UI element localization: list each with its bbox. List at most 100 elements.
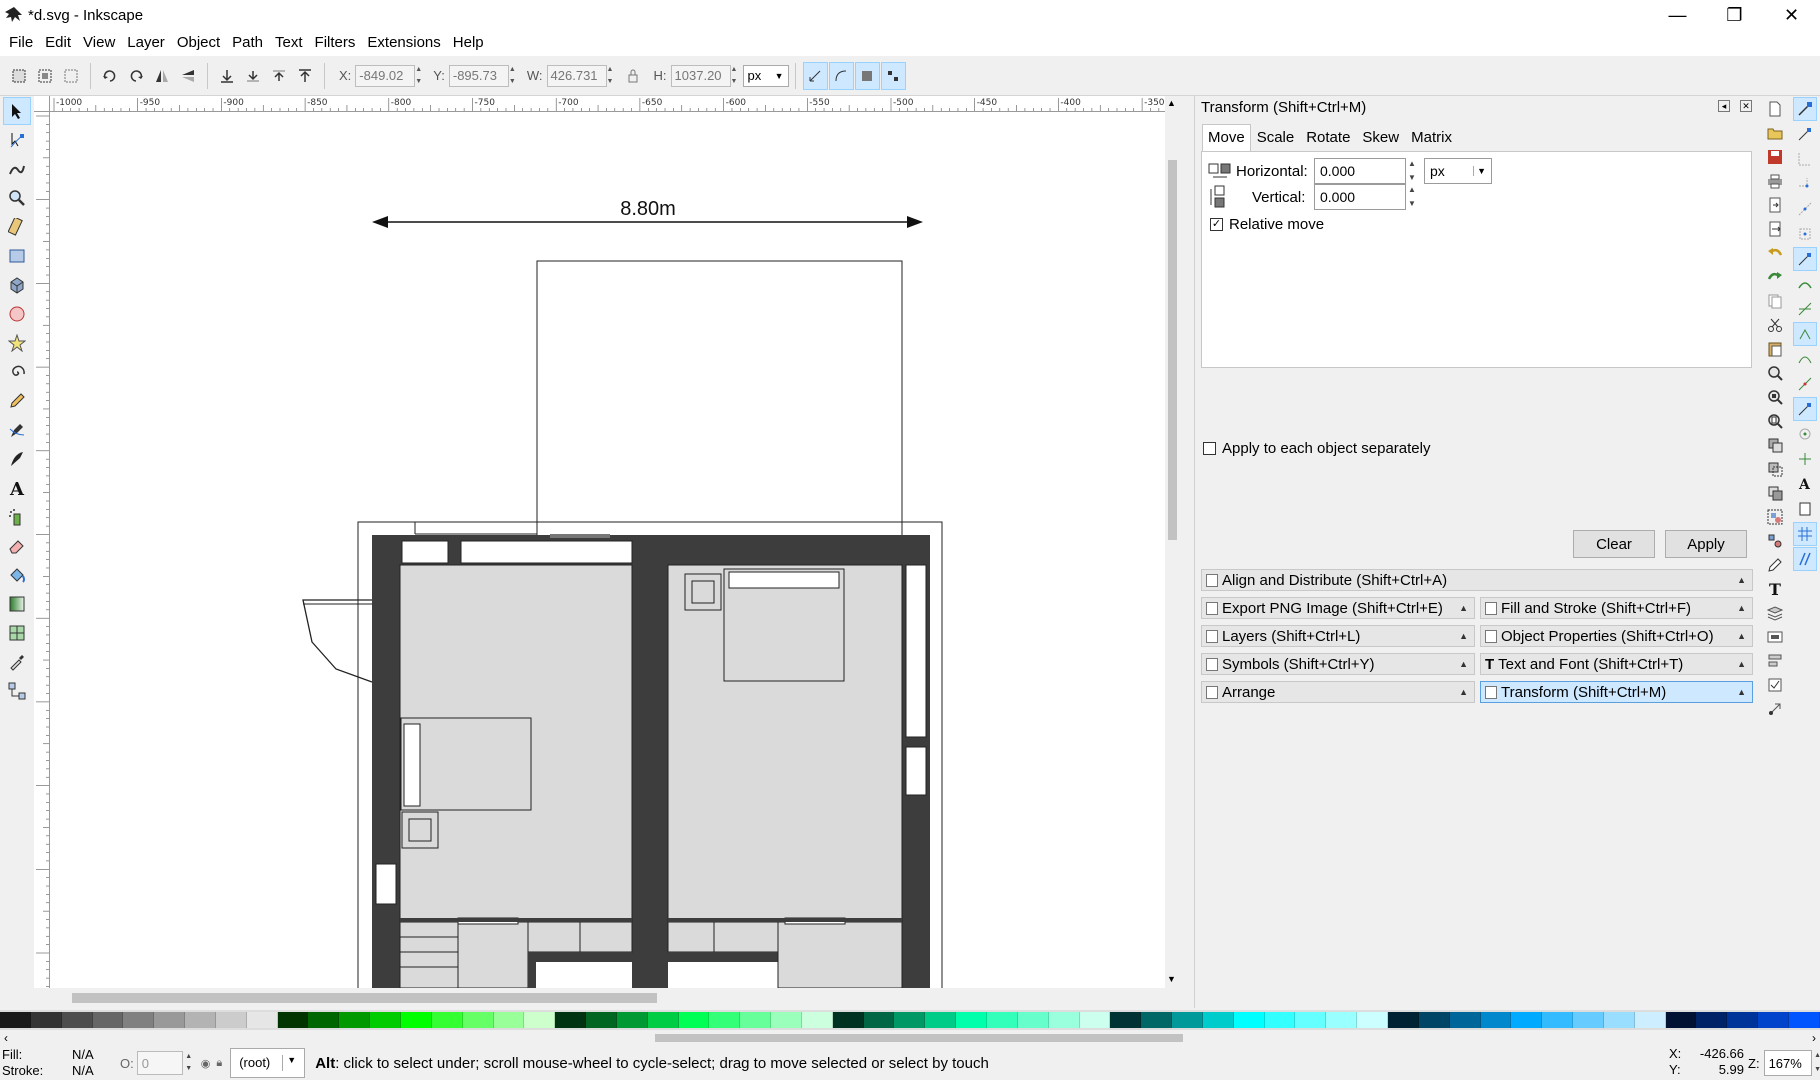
palette-swatch[interactable] [1603,1012,1635,1028]
x-spinner[interactable]: ▲ ▼ [415,65,425,87]
palette-swatch[interactable] [1758,1012,1789,1028]
opacity-spinner[interactable]: ▲ ▼ [183,1051,195,1075]
menu-file[interactable]: File [3,30,39,56]
node-tool-icon[interactable] [3,126,31,154]
palette-swatch[interactable] [586,1012,617,1028]
menu-help[interactable]: Help [447,30,490,56]
palette-scrollbar[interactable]: ‹ › [0,1030,1820,1046]
flip-vertical-icon[interactable] [176,64,200,88]
scale-corners-icon[interactable] [828,61,854,90]
palette-swatch[interactable] [987,1012,1018,1028]
snap-cusp-nodes-icon[interactable] [1793,322,1817,346]
opacity-field[interactable]: 0 [136,1051,183,1075]
lock-ratio-icon[interactable] [621,64,645,88]
palette-swatch[interactable] [431,1012,463,1028]
unlink-clone-icon[interactable] [1764,482,1786,504]
vertical-scrollbar[interactable]: ▲ ▼ [1165,96,1180,988]
palette-swatch[interactable] [1634,1012,1666,1028]
zoom-selection-icon[interactable] [1764,362,1786,384]
palette-swatch[interactable] [1511,1012,1543,1028]
xml-editor-icon[interactable] [1764,554,1786,576]
palette-swatch[interactable] [1141,1012,1173,1028]
fill-stroke-icon[interactable] [1764,626,1786,648]
text-font-icon[interactable]: T [1764,578,1786,600]
palette-swatch[interactable] [956,1012,987,1028]
dropper-tool-icon[interactable] [3,648,31,676]
layers-icon[interactable] [1764,602,1786,624]
export-png-panel[interactable]: Export PNG Image (Shift+Ctrl+E) ▲ [1201,597,1475,619]
transform-panel[interactable]: Transform (Shift+Ctrl+M) ▲ [1480,681,1753,703]
open-icon[interactable] [1764,122,1786,144]
palette-swatch[interactable] [154,1012,186,1028]
snap-paths-icon[interactable] [1793,272,1817,296]
palette-swatch[interactable] [1295,1012,1327,1028]
snap-object-center-icon[interactable] [1793,422,1817,446]
transform-gradients-icon[interactable] [854,61,880,90]
palette-swatch[interactable] [832,1012,864,1028]
close-button[interactable]: ✕ [1763,0,1820,30]
palette-swatch[interactable] [1665,1012,1697,1028]
paste-icon[interactable] [1764,338,1786,360]
palette-swatch[interactable] [1480,1012,1512,1028]
palette-swatch[interactable] [1696,1012,1728,1028]
drawing-canvas[interactable]: 8.80m [50,112,1165,988]
paint-bucket-tool-icon[interactable] [3,561,31,589]
horizontal-spinner[interactable]: ▲ ▼ [1406,158,1418,184]
palette-swatch[interactable] [1788,1012,1820,1028]
x-field[interactable]: -849.02 [355,64,416,87]
snap-path-intersection-icon[interactable] [1793,297,1817,321]
horizontal-scrollbar[interactable] [50,988,1180,1008]
w-field[interactable]: 426.731 [546,64,607,87]
select-all-icon[interactable] [7,64,31,88]
menu-filters[interactable]: Filters [309,30,362,56]
tweak-tool-icon[interactable] [3,155,31,183]
y-field[interactable]: -895.73 [448,64,509,87]
eraser-tool-icon[interactable] [3,532,31,560]
vertical-spinner[interactable]: ▲ ▼ [1406,184,1418,210]
menu-object[interactable]: Object [171,30,226,56]
tab-move[interactable]: Move [1202,124,1251,151]
menu-text[interactable]: Text [269,30,309,56]
arrange-panel[interactable]: Arrange ▲ [1201,681,1475,703]
menu-extensions[interactable]: Extensions [361,30,446,56]
duplicate-icon[interactable] [1764,434,1786,456]
palette-swatch[interactable] [1573,1012,1604,1028]
palette-swatch[interactable] [339,1012,371,1028]
palette-swatch[interactable] [123,1012,155,1028]
snap-bbox-midpoint-icon[interactable] [1793,197,1817,221]
palette-swatch[interactable] [277,1012,309,1028]
palette-swatch[interactable] [647,1012,679,1028]
palette-swatch[interactable] [1202,1012,1234,1028]
menu-edit[interactable]: Edit [39,30,77,56]
snap-enable-icon[interactable] [1793,97,1817,121]
maximize-button[interactable]: ❐ [1706,0,1763,30]
palette-scroll-thumb[interactable] [655,1034,1183,1042]
palette-swatch[interactable] [1079,1012,1111,1028]
scale-stroke-icon[interactable] [802,61,828,90]
snap-rotation-center-icon[interactable] [1793,447,1817,471]
unit-select[interactable]: px ▼ [742,64,789,87]
palette-swatch[interactable] [1542,1012,1574,1028]
w-spinner[interactable]: ▲ ▼ [607,65,617,87]
print-icon[interactable] [1764,170,1786,192]
new-document-icon[interactable] [1764,98,1786,120]
fill-stroke-panel[interactable]: Fill and Stroke (Shift+Ctrl+F) ▲ [1480,597,1753,619]
h-spinner[interactable]: ▲ ▼ [731,65,741,87]
raise-to-top-icon[interactable] [293,64,317,88]
palette-swatch[interactable] [925,1012,957,1028]
palette-swatch[interactable] [0,1012,31,1028]
connector-tool-icon[interactable] [3,677,31,705]
rotate-ccw-icon[interactable] [98,64,122,88]
zoom-spinner[interactable]: ▲ ▼ [1812,1050,1820,1076]
lower-icon[interactable] [241,64,265,88]
zoom-drawing-icon[interactable] [1764,386,1786,408]
selector-tool-icon[interactable] [3,97,31,125]
ellipse-tool-icon[interactable] [3,300,31,328]
raise-icon[interactable] [267,64,291,88]
document-properties-icon[interactable] [1764,698,1786,720]
h-field[interactable]: 1037.20 [670,64,731,87]
chevron-left-icon[interactable]: ‹ [4,1031,8,1045]
palette-swatch[interactable] [894,1012,926,1028]
3d-box-tool-icon[interactable] [3,271,31,299]
clear-button[interactable]: Clear [1573,530,1655,558]
